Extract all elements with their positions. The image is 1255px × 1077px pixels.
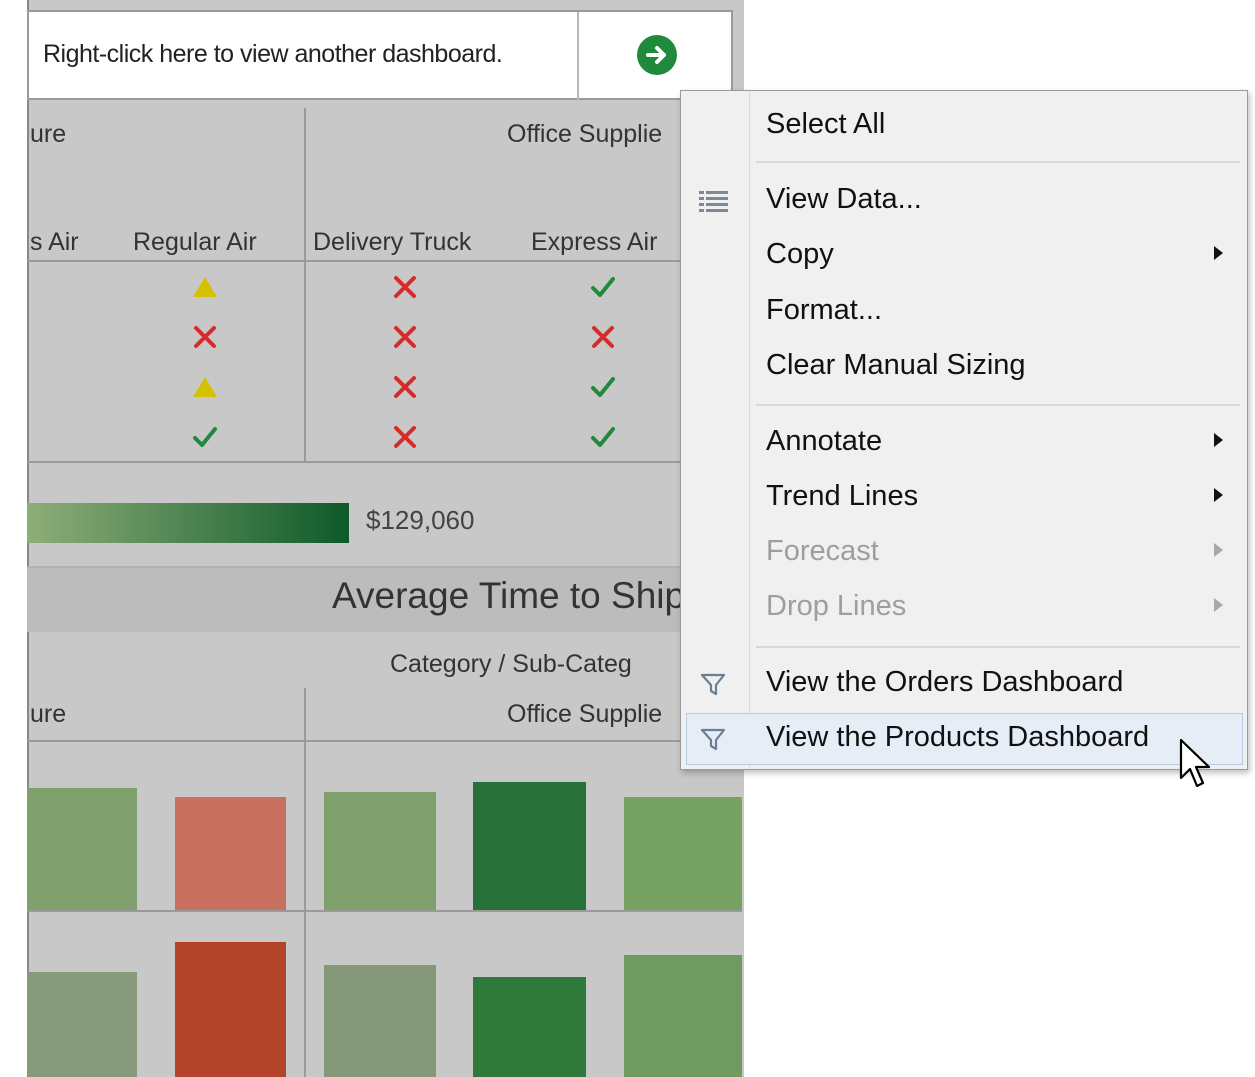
banner-divider [577, 12, 579, 100]
grid-divider [27, 740, 742, 742]
cross-icon[interactable] [190, 322, 220, 352]
submenu-arrow-icon [1214, 433, 1223, 447]
menu-item-clear-manual-sizing[interactable]: Clear Manual Sizing [766, 349, 1026, 382]
cross-icon[interactable] [390, 272, 420, 302]
menu-item-view-data[interactable]: View Data... [766, 183, 922, 216]
grid-divider [27, 910, 742, 912]
table-icon [697, 187, 731, 217]
context-menu: Select All View Data... Copy Format... C… [680, 90, 1248, 770]
submenu-arrow-icon [1214, 488, 1223, 502]
heatmap-cell[interactable] [324, 965, 436, 1077]
cross-icon[interactable] [588, 322, 618, 352]
heatmap-cell[interactable] [624, 955, 742, 1077]
filter-funnel-icon [697, 670, 731, 700]
check-icon[interactable] [190, 422, 220, 452]
heatmap-cell[interactable] [27, 788, 137, 910]
cross-icon[interactable] [390, 422, 420, 452]
filter-funnel-icon [697, 725, 731, 755]
menu-item-format[interactable]: Format... [766, 294, 882, 327]
ship-mode-header: Delivery Truck [313, 228, 472, 256]
arrow-right-circle-icon[interactable] [637, 35, 677, 75]
menu-item-view-products-dashboard[interactable]: View the Products Dashboard [766, 721, 1149, 754]
menu-separator [756, 404, 1240, 406]
submenu-arrow-icon [1214, 543, 1223, 557]
section-title: Average Time to Ship [332, 575, 686, 616]
menu-item-forecast: Forecast [766, 535, 879, 567]
menu-separator [756, 161, 1240, 163]
menu-item-annotate[interactable]: Annotate [766, 425, 882, 458]
menu-separator [756, 646, 1240, 648]
grid-divider [304, 108, 306, 463]
category-header-left: ure [30, 120, 67, 148]
banner-text: Right-click here to view another dashboa… [43, 40, 503, 68]
heatmap-cell[interactable] [473, 977, 586, 1077]
check-icon[interactable] [588, 372, 618, 402]
submenu-arrow-icon [1214, 246, 1223, 260]
heatmap-cell[interactable] [175, 797, 286, 910]
grid-divider [27, 260, 742, 262]
heatmap-cell[interactable] [27, 972, 137, 1077]
ship-mode-header: Express Air [531, 228, 658, 256]
grid-divider [27, 461, 742, 463]
menu-icon-gutter [749, 91, 750, 769]
submenu-arrow-icon [1214, 598, 1223, 612]
check-icon[interactable] [588, 422, 618, 452]
color-legend-bar [27, 503, 349, 543]
warning-triangle-icon[interactable] [190, 272, 220, 302]
check-icon[interactable] [588, 272, 618, 302]
heatmap-cell[interactable] [624, 797, 742, 910]
dashboard-banner[interactable]: Right-click here to view another dashboa… [27, 10, 733, 100]
ship-mode-header: Regular Air [133, 228, 257, 256]
heatmap-cell[interactable] [324, 792, 436, 910]
menu-item-trend-lines[interactable]: Trend Lines [766, 480, 918, 513]
heatmap-cell[interactable] [473, 782, 586, 910]
category-header-right: Office Supplie [507, 700, 663, 728]
category-header-right: Office Supplie [507, 120, 663, 148]
heatmap-cell[interactable] [175, 942, 286, 1077]
warning-triangle-icon[interactable] [190, 372, 220, 402]
ship-mode-header: s Air [30, 228, 79, 256]
menu-item-select-all[interactable]: Select All [766, 108, 885, 141]
mouse-pointer-icon [1178, 738, 1218, 797]
category-header-left: ure [30, 700, 67, 728]
menu-item-drop-lines: Drop Lines [766, 590, 907, 622]
menu-item-view-orders-dashboard[interactable]: View the Orders Dashboard [766, 666, 1123, 699]
legend-max-value: $129,060 [366, 505, 475, 535]
menu-item-copy[interactable]: Copy [766, 238, 834, 271]
grid-divider [304, 688, 306, 1077]
cross-icon[interactable] [390, 322, 420, 352]
category-subcategory-label: Category / Sub-Categ [390, 650, 632, 678]
cross-icon[interactable] [390, 372, 420, 402]
